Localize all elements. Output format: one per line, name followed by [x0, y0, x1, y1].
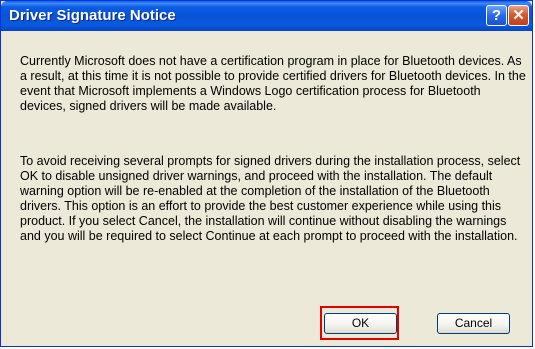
- notice-paragraph-1: Currently Microsoft does not have a cert…: [20, 54, 526, 113]
- close-x-icon[interactable]: ✕: [508, 5, 529, 26]
- cancel-button-label: Cancel: [454, 316, 493, 330]
- cancel-button[interactable]: Cancel: [437, 313, 510, 334]
- ok-button[interactable]: OK: [324, 313, 397, 334]
- dialog-title: Driver Signature Notice: [9, 7, 176, 24]
- notice-paragraph-2: To avoid receiving several prompts for s…: [20, 154, 521, 243]
- ok-button-label: OK: [351, 316, 370, 330]
- dialog-body: Currently Microsoft does not have a cert…: [4, 31, 529, 344]
- help-question-icon[interactable]: ?: [486, 5, 507, 26]
- driver-signature-dialog: Driver Signature Notice ? ✕ Currently Mi…: [0, 0, 533, 347]
- title-bar[interactable]: Driver Signature Notice ? ✕: [1, 1, 532, 31]
